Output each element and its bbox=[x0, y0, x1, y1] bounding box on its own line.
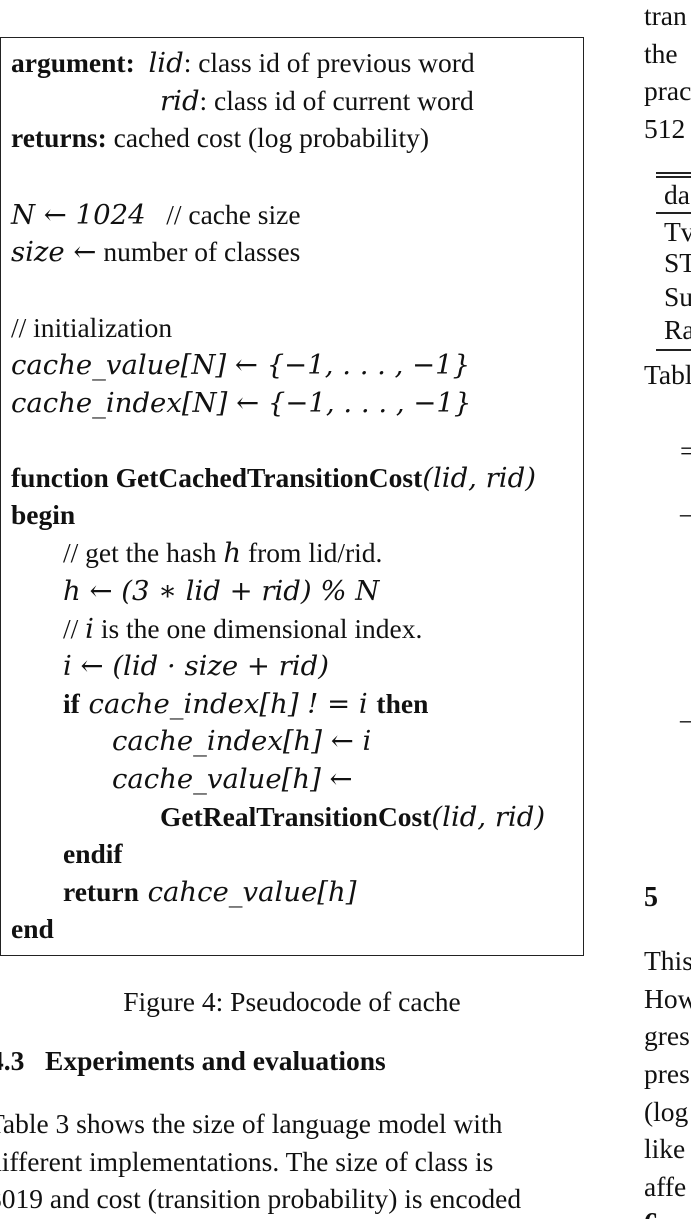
index-comment-b: is the one dimensional index. bbox=[93, 613, 423, 644]
lid-var: lid bbox=[148, 47, 184, 79]
right-section-number: 5 bbox=[644, 882, 658, 913]
figure-caption: Figure 4: Pseudocode of cache bbox=[123, 986, 461, 1017]
right-partial-heading: 6 bbox=[644, 1205, 658, 1219]
body-line-3: 8019 and cost (transition probability) i… bbox=[0, 1183, 522, 1214]
n-assign: N ← 1024 bbox=[11, 199, 146, 231]
index-comment: // i is the one dimensional index. bbox=[63, 610, 422, 648]
right-line: prac bbox=[644, 75, 691, 106]
init-comment: // initialization bbox=[11, 312, 173, 343]
right-line: pres bbox=[644, 1058, 690, 1089]
right-mark: – bbox=[680, 700, 691, 738]
cache-index-init: cache_index[N] ← {−1, . . . , −1} bbox=[11, 387, 472, 419]
body-line-2: different implementations. The size of c… bbox=[0, 1146, 494, 1177]
right-line: How bbox=[644, 983, 691, 1014]
return-keyword: return bbox=[63, 876, 139, 907]
rid-var: rid bbox=[160, 85, 200, 117]
return-line: return cahce_value[h] bbox=[63, 873, 356, 911]
if-keyword: if bbox=[63, 688, 80, 719]
size-desc: number of classes bbox=[96, 236, 301, 267]
hash-assign: h ← (3 ∗ lid + rid) % N bbox=[63, 575, 380, 607]
hash-comment-b: from lid/rid. bbox=[241, 537, 383, 568]
right-line: the bbox=[644, 38, 678, 69]
real-cost-args: (lid, rid) bbox=[431, 801, 546, 833]
body-line-1: Table 3 shows the size of language model… bbox=[0, 1108, 503, 1139]
returns-keyword: returns: bbox=[11, 122, 107, 153]
if-condition: cache_index[h] ! = i bbox=[79, 688, 377, 720]
table-header: da bbox=[664, 179, 690, 210]
rid-desc: : class id of current word bbox=[199, 85, 474, 116]
function-keyword: function GetCachedTransitionCost bbox=[11, 462, 423, 493]
index-comment-a: // bbox=[63, 613, 86, 644]
table-row: ST bbox=[664, 247, 691, 278]
if-line: if cache_index[h] ! = i then bbox=[63, 685, 428, 723]
argument-keyword: argument: bbox=[11, 47, 135, 78]
right-column: tran the prac 512 da Tv ST Su Ra Tabl = … bbox=[644, 0, 691, 1219]
right-line: This bbox=[644, 945, 691, 976]
section-heading: 4.3 Experiments and evaluations bbox=[0, 1042, 386, 1080]
lid-desc: : class id of previous word bbox=[183, 47, 475, 78]
right-mark: = bbox=[680, 435, 691, 466]
rid-line: rid: class id of current word bbox=[160, 82, 474, 120]
right-line: affe bbox=[644, 1171, 687, 1202]
real-cost-line: GetRealTransitionCost(lid, rid) bbox=[160, 798, 545, 836]
end-keyword: end bbox=[11, 913, 54, 944]
function-args: (lid, rid) bbox=[422, 462, 536, 494]
table-bottom-rule bbox=[656, 349, 691, 351]
right-mark: – bbox=[680, 494, 691, 532]
right-line: (log bbox=[644, 1096, 689, 1127]
table-top-rule bbox=[656, 172, 691, 174]
cache-value-set: cache_value[h] ← bbox=[112, 763, 353, 795]
hash-comment-h: h bbox=[223, 537, 242, 569]
begin-keyword: begin bbox=[11, 499, 76, 530]
table-row: Ra bbox=[664, 314, 691, 345]
right-line: tran bbox=[644, 0, 687, 31]
right-line: gres bbox=[644, 1020, 690, 1051]
returns-desc: cached cost (log probability) bbox=[106, 122, 429, 153]
return-value: cahce_value[h] bbox=[138, 876, 357, 908]
index-comment-i: i bbox=[85, 613, 94, 645]
function-line: function GetCachedTransitionCost(lid, ri… bbox=[11, 459, 536, 497]
section-title: Experiments and evaluations bbox=[45, 1045, 386, 1076]
cache-value-init: cache_value[N] ← {−1, . . . , −1} bbox=[11, 349, 471, 381]
hash-comment: // get the hash h from lid/rid. bbox=[63, 534, 382, 572]
cache-index-set: cache_index[h] ← i bbox=[112, 725, 372, 757]
n-line: N ← 1024 // cache size bbox=[11, 196, 301, 234]
real-cost-fn: GetRealTransitionCost bbox=[160, 801, 432, 832]
endif-keyword: endif bbox=[63, 838, 123, 869]
index-assign: i ← (lid · size + rid) bbox=[63, 650, 329, 682]
argument-line: argument: lid: class id of previous word bbox=[11, 44, 475, 82]
size-var: size ← bbox=[11, 236, 97, 268]
n-comment: // cache size bbox=[166, 199, 301, 230]
hash-comment-a: // get the hash bbox=[63, 537, 224, 568]
then-keyword: then bbox=[376, 688, 429, 719]
section-number: 4.3 bbox=[0, 1045, 25, 1076]
table-caption: Tabl bbox=[644, 359, 691, 390]
size-line: size ← number of classes bbox=[11, 233, 300, 271]
right-line: like bbox=[644, 1133, 686, 1164]
returns-line: returns: cached cost (log probability) bbox=[11, 119, 429, 157]
right-line: 512 bbox=[644, 113, 686, 144]
